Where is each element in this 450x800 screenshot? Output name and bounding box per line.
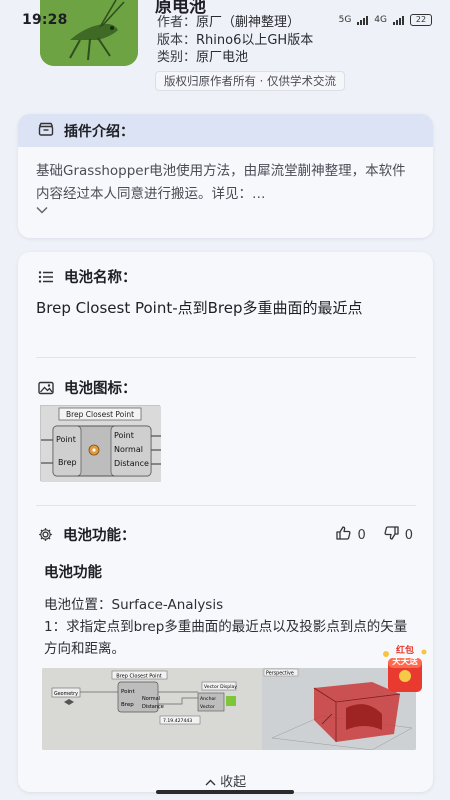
thumbs-down-icon	[384, 526, 399, 544]
intro-title: 插件介绍：	[64, 123, 134, 140]
function-detail: 1：求指定点到brep多重曲面的最近点以及投影点到点的矢量方向和距离。	[44, 619, 408, 657]
list-icon	[38, 270, 54, 284]
redpacket-line2: 天天送	[392, 656, 418, 667]
node-normal: Normal	[142, 696, 160, 702]
node-geometry: Geometry	[54, 691, 78, 697]
dislike-button[interactable]: 0	[384, 526, 413, 544]
node-anchor: Anchor	[200, 696, 216, 702]
plugin-header: 19:28 5G 4G 22 原电池 作者：原厂（蒯神整理） 版本：Rhino6…	[0, 0, 450, 100]
intro-text: 基础Grasshopper电池使用方法，由犀流堂蒯神整理，本软件内容经过本人同意…	[36, 163, 406, 202]
node-brep: Brep	[121, 702, 134, 708]
battery-component-thumbnail: Brep Closest Point Point Brep Point Norm…	[40, 405, 161, 482]
thumb-output-distance: Distance	[114, 459, 149, 468]
collapse-button[interactable]: 收起	[18, 771, 433, 790]
category-value: 原厂电池	[196, 50, 249, 65]
viewport-label: Perspective	[266, 671, 294, 677]
red-packet-button[interactable]: 红包 天天送	[374, 644, 434, 696]
thumb-title: Brep Closest Point	[66, 410, 134, 419]
chevron-up-icon	[205, 775, 220, 790]
function-location: 电池位置：Surface-Analysis	[44, 597, 224, 613]
vote-bar: 0 0	[336, 526, 413, 544]
battery-name: Brep Closest Point-点到Brep多重曲面的最近点	[36, 299, 363, 317]
divider	[36, 357, 416, 358]
category-row: 类别：原厂电池	[157, 46, 248, 65]
gh-canvas-image: Brep Closest Point Point Brep Normal Dis…	[42, 668, 262, 750]
function-label: 电池功能：	[63, 528, 136, 544]
function-section-header: 电池功能：	[38, 524, 136, 545]
node-distance: Distance	[142, 704, 164, 710]
status-bar: 19:28 5G 4G 22	[0, 0, 450, 40]
divider-2	[36, 505, 416, 506]
status-time: 19:28	[22, 12, 68, 28]
like-count: 0	[357, 527, 366, 543]
category-key: 类别：	[157, 50, 197, 65]
status-indicators: 5G 4G 22	[339, 14, 432, 26]
plugin-intro-card: 插件介绍： 基础Grasshopper电池使用方法，由犀流堂蒯神整理，本软件内容…	[18, 114, 433, 238]
thumb-output-normal: Normal	[114, 445, 143, 454]
store-icon	[38, 122, 54, 140]
name-section-header: 电池名称：	[38, 266, 137, 287]
home-indicator	[156, 790, 294, 794]
redpacket-line1: 红包	[396, 644, 414, 656]
dislike-count: 0	[404, 527, 413, 543]
function-title: 电池功能	[44, 565, 102, 581]
thumb-input-brep: Brep	[58, 458, 77, 467]
battery-detail-card: 电池名称： Brep Closest Point-点到Brep多重曲面的最近点 …	[18, 252, 433, 792]
thumbs-up-icon	[336, 526, 351, 544]
collapse-label: 收起	[220, 775, 247, 790]
icon-label: 电池图标：	[64, 381, 137, 397]
network-4g-label: 4G	[374, 15, 387, 25]
node-vector-display: Vector Display	[204, 684, 237, 690]
node-point: Point	[121, 689, 135, 695]
thumb-output-point: Point	[114, 431, 134, 440]
battery-icon: 22	[410, 14, 432, 26]
signal-icon-2	[393, 15, 404, 25]
intro-header: 插件介绍：	[18, 114, 433, 147]
function-description: 电池位置：Surface-Analysis 1：求指定点到brep多重曲面的最近…	[44, 594, 414, 660]
expand-chevron-icon[interactable]	[36, 206, 433, 216]
image-icon	[38, 381, 54, 395]
node-value: 7.19.427443	[163, 718, 192, 724]
function-example-image: Brep Closest Point Point Brep Normal Dis…	[42, 668, 416, 750]
name-label: 电池名称：	[64, 270, 137, 286]
thumb-input-point: Point	[56, 435, 76, 444]
node-title: Brep Closest Point	[116, 674, 161, 680]
gear-icon	[38, 527, 53, 542]
like-button[interactable]: 0	[336, 526, 366, 544]
node-vector: Vector	[200, 704, 215, 710]
signal-icon	[357, 15, 369, 25]
icon-section-header: 电池图标：	[38, 377, 137, 398]
network-5g-label: 5G	[338, 15, 352, 25]
copyright-badge: 版权归原作者所有 · 仅供学术交流	[155, 71, 345, 91]
